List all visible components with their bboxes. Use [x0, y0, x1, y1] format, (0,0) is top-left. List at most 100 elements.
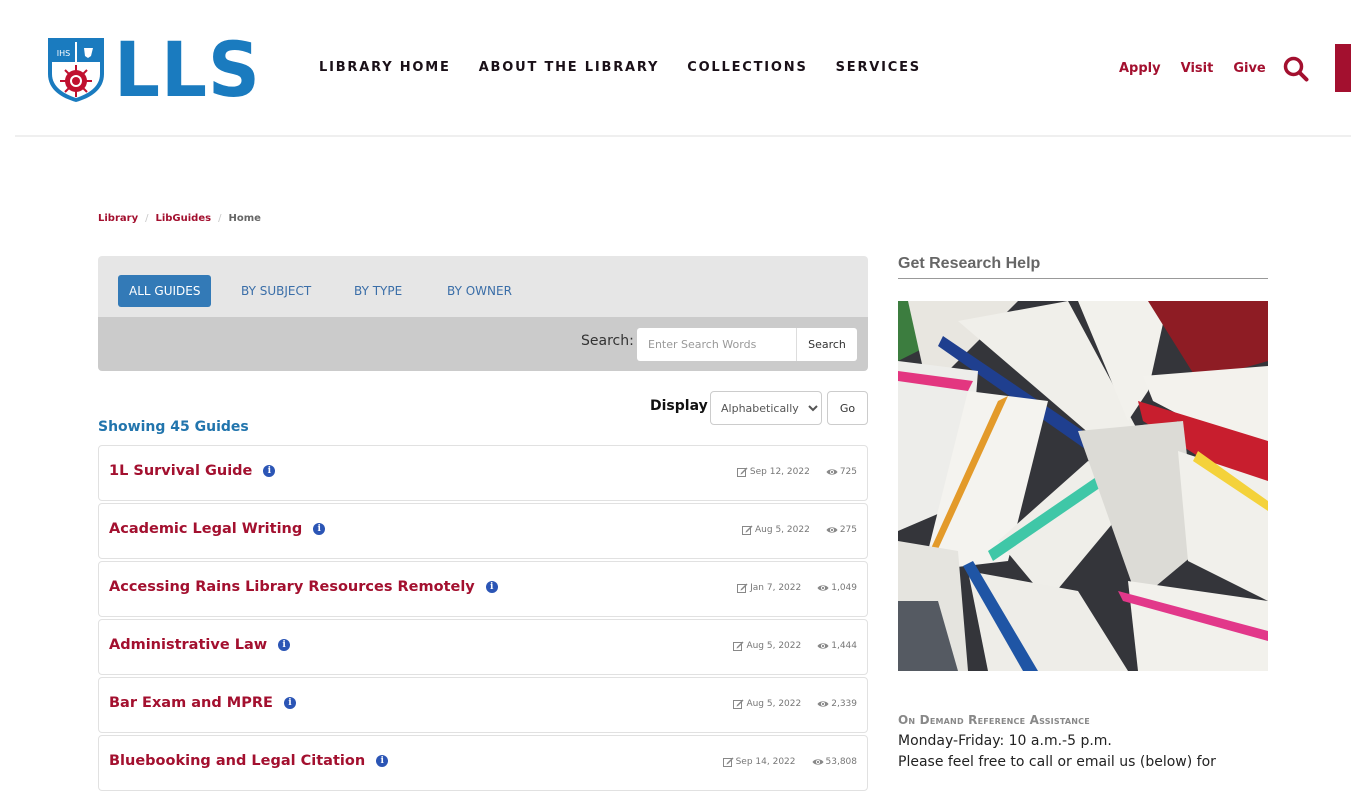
guide-title: Administrative Law: [109, 637, 268, 653]
site-header: IHS LLS LIBRARY HOME ABOUT THE LIBRARY C…: [0, 0, 1366, 137]
guide-meta: Sep 14, 2022 53,808: [722, 757, 858, 767]
tab-by-type[interactable]: BY TYPE: [343, 275, 413, 307]
guide-title-link[interactable]: Accessing Rains Library Resources Remote…: [109, 579, 498, 595]
reference-hours: Monday-Friday: 10 a.m.-5 p.m.: [898, 733, 1112, 749]
view-count: 725: [826, 467, 857, 477]
views-number: 275: [839, 525, 857, 535]
edit-icon: [733, 641, 744, 651]
nav-services[interactable]: SERVICES: [836, 60, 921, 75]
guide-count: Showing 45 Guides: [98, 419, 249, 435]
guide-title: 1L Survival Guide: [109, 463, 253, 479]
breadcrumb-current: Home: [228, 213, 261, 224]
guide-title: Bluebooking and Legal Citation: [109, 753, 366, 769]
updated-date: Aug 5, 2022: [746, 641, 802, 651]
guide-title-link[interactable]: Bluebooking and Legal Citation i: [109, 753, 389, 769]
svg-text:IHS: IHS: [57, 49, 70, 58]
info-icon[interactable]: i: [263, 465, 276, 477]
updated-date: Sep 12, 2022: [749, 467, 810, 477]
guide-title: Accessing Rains Library Resources Remote…: [109, 579, 475, 595]
edit-icon: [737, 583, 748, 593]
edit-icon: [736, 467, 748, 477]
display-label: Display: [650, 398, 708, 414]
header-divider: [15, 135, 1351, 137]
views-number: 1,444: [831, 641, 857, 651]
info-icon[interactable]: i: [283, 697, 296, 709]
eye-icon: [826, 469, 838, 475]
view-count: 2,339: [817, 699, 857, 709]
guide-tabs: ALL GUIDES BY SUBJECT BY TYPE BY OWNER: [98, 256, 868, 317]
last-updated: Jan 7, 2022: [737, 583, 801, 593]
tab-by-subject[interactable]: BY SUBJECT: [230, 275, 322, 307]
view-count: 275: [826, 525, 857, 535]
info-icon[interactable]: i: [485, 581, 498, 593]
info-icon[interactable]: i: [278, 639, 291, 651]
sidebar-divider: [898, 278, 1268, 279]
breadcrumb-separator: /: [145, 213, 149, 224]
eye-icon: [817, 585, 829, 591]
guide-meta: Sep 12, 2022 725: [736, 467, 857, 477]
search-label: Search:: [581, 333, 634, 349]
nav-visit[interactable]: Visit: [1181, 61, 1214, 76]
edit-icon: [722, 757, 734, 767]
books-image: [898, 301, 1268, 671]
guide-search-button[interactable]: Search: [796, 328, 857, 361]
guide-title-link[interactable]: Administrative Law i: [109, 637, 291, 653]
info-icon[interactable]: i: [313, 523, 326, 535]
eye-icon: [817, 701, 829, 707]
guide-list-item: Accessing Rains Library Resources Remote…: [98, 561, 868, 617]
display-go-button[interactable]: Go: [827, 391, 868, 425]
nav-give[interactable]: Give: [1233, 61, 1265, 76]
guide-title-link[interactable]: Academic Legal Writing i: [109, 521, 326, 537]
views-number: 1,049: [831, 583, 857, 593]
last-updated: Aug 5, 2022: [733, 699, 801, 709]
nav-collections[interactable]: COLLECTIONS: [687, 60, 807, 75]
nav-library-home[interactable]: LIBRARY HOME: [319, 60, 451, 75]
eye-icon: [826, 527, 838, 533]
updated-date: Aug 5, 2022: [746, 699, 802, 709]
guide-search-input[interactable]: [637, 328, 797, 361]
shield-crest-icon: IHS: [48, 38, 104, 102]
eye-icon: [817, 643, 829, 649]
lls-logo-link[interactable]: IHS LLS: [46, 25, 269, 114]
guide-list: 1L Survival Guide i Sep 12, 2022 725 Aca…: [98, 445, 868, 793]
updated-date: Aug 5, 2022: [755, 525, 810, 535]
view-count: 1,049: [817, 583, 857, 593]
guide-browse-panel: ALL GUIDES BY SUBJECT BY TYPE BY OWNER S…: [98, 256, 868, 371]
guide-title-link[interactable]: 1L Survival Guide i: [109, 463, 276, 479]
last-updated: Sep 12, 2022: [736, 467, 810, 477]
last-updated: Sep 14, 2022: [722, 757, 796, 767]
guide-title: Academic Legal Writing: [109, 521, 303, 537]
main-nav: LIBRARY HOME ABOUT THE LIBRARY COLLECTIO…: [319, 60, 949, 75]
guide-title: Bar Exam and MPRE: [109, 695, 273, 711]
menu-toggle-button[interactable]: [1335, 44, 1351, 92]
breadcrumb: Library / LibGuides / Home: [98, 213, 261, 224]
nav-apply[interactable]: Apply: [1119, 61, 1161, 76]
info-icon[interactable]: i: [376, 755, 389, 767]
tab-all-guides[interactable]: ALL GUIDES: [118, 275, 212, 307]
breadcrumb-libguides[interactable]: LibGuides: [155, 213, 211, 224]
breadcrumb-library[interactable]: Library: [98, 213, 138, 224]
sidebar-title: Get Research Help: [898, 255, 1041, 272]
eye-icon: [812, 759, 823, 765]
view-count: 53,808: [812, 757, 858, 767]
nav-about-the-library[interactable]: ABOUT THE LIBRARY: [479, 60, 660, 75]
guide-meta: Aug 5, 2022 1,444: [733, 641, 857, 651]
guide-meta: Jan 7, 2022 1,049: [737, 583, 857, 593]
logo-text: LLS: [114, 25, 261, 114]
last-updated: Aug 5, 2022: [742, 525, 810, 535]
view-count: 1,444: [817, 641, 857, 651]
views-number: 725: [839, 467, 857, 477]
views-number: 53,808: [825, 757, 858, 767]
last-updated: Aug 5, 2022: [733, 641, 801, 651]
guide-meta: Aug 5, 2022 2,339: [733, 699, 857, 709]
updated-date: Sep 14, 2022: [735, 757, 796, 767]
display-order-select[interactable]: Alphabetically: [710, 391, 822, 425]
reference-assistance-heading: On Demand Reference Assistance: [898, 713, 1090, 727]
guide-list-item: Academic Legal Writing i Aug 5, 2022 275: [98, 503, 868, 559]
updated-date: Jan 7, 2022: [750, 583, 802, 593]
guide-list-item: Bar Exam and MPRE i Aug 5, 2022 2,339: [98, 677, 868, 733]
search-icon[interactable]: [1282, 55, 1310, 83]
guide-title-link[interactable]: Bar Exam and MPRE i: [109, 695, 296, 711]
guide-meta: Aug 5, 2022 275: [742, 525, 857, 535]
tab-by-owner[interactable]: BY OWNER: [436, 275, 523, 307]
